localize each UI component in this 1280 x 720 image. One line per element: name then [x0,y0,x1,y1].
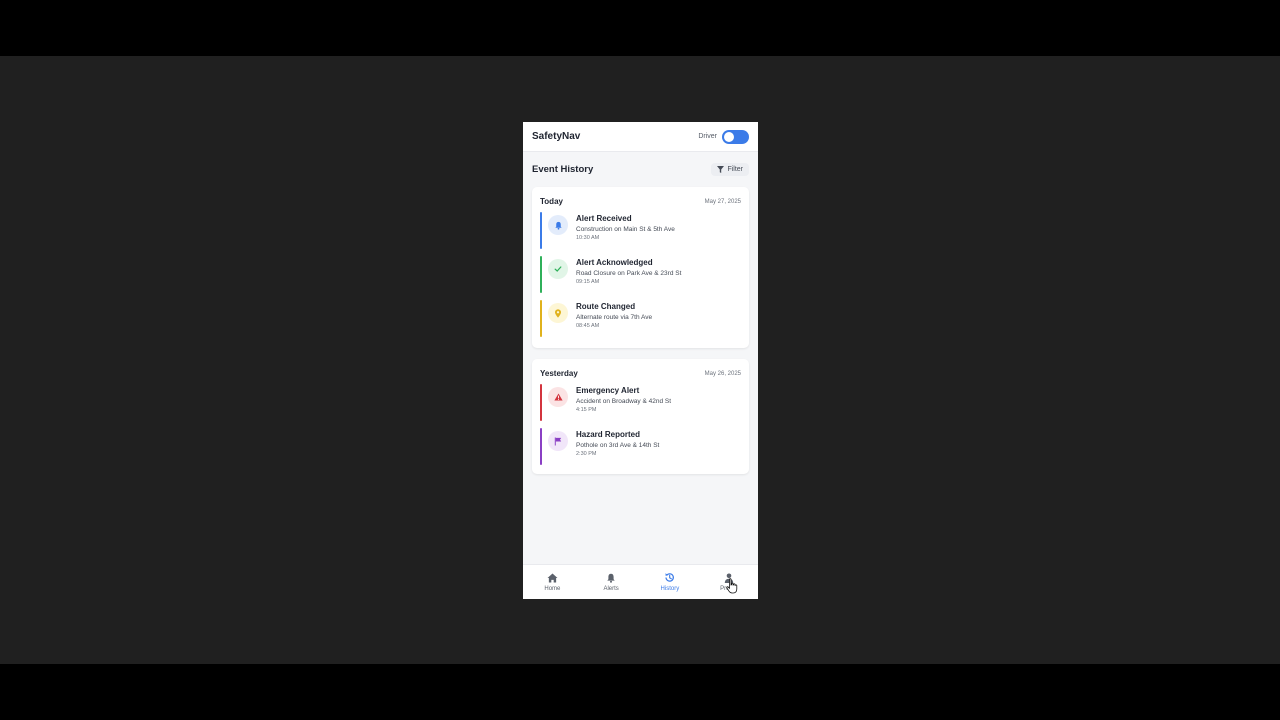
group-date: May 27, 2025 [704,198,741,205]
group-header: Yesterday May 26, 2025 [532,359,749,384]
event-item[interactable]: Hazard Reported Pothole on 3rd Ave & 14t… [540,428,741,465]
event-item[interactable]: Alert Acknowledged Road Closure on Park … [540,256,741,293]
group-day: Yesterday [540,369,578,378]
event-time: 4:15 PM [576,407,597,413]
event-description: Accident on Broadway & 42nd St [576,398,672,405]
event-description: Alternate route via 7th Ave [576,314,653,321]
history-icon [665,573,675,582]
event-title: Alert Acknowledged [576,258,653,267]
phone-frame: SafetyNav Driver Event History Filter To… [523,122,758,599]
bell-icon [548,215,568,235]
mode-switch: Driver [698,129,749,144]
nav-history[interactable]: History [645,572,695,592]
app-header: SafetyNav Driver [523,122,758,152]
check-icon [548,259,568,279]
app-title: SafetyNav [532,131,581,142]
section-header: Event History Filter [532,160,749,178]
nav-alerts[interactable]: Alerts [586,573,636,592]
event-accent-bar [540,256,542,293]
toggle-knob [724,131,734,142]
mode-label: Driver [698,133,717,140]
event-texts: Emergency Alert Accident on Broadway & 4… [576,384,671,413]
event-time: 10:30 AM [576,235,600,241]
nav-label: Home [544,585,561,592]
filter-label: Filter [727,165,743,173]
event-title: Alert Received [576,214,632,223]
event-accent-bar [540,384,542,421]
location-pin-icon [548,303,568,323]
nav-label: History [660,586,680,592]
warning-icon [548,387,568,407]
event-title: Emergency Alert [576,386,640,395]
group-header: Today May 27, 2025 [532,187,749,212]
event-title: Hazard Reported [576,430,641,439]
event-accent-bar [540,300,542,337]
event-time: 2:30 PM [576,451,597,457]
filter-icon [717,165,725,173]
page-title: Event History [532,163,594,175]
hand-cursor-icon [726,578,738,594]
bell-icon [607,573,615,583]
event-description: Construction on Main St & 5th Ave [576,226,675,233]
event-description: Pothole on 3rd Ave & 14th St [576,442,660,449]
nav-home[interactable]: Home [527,572,577,592]
event-texts: Alert Received Construction on Main St &… [576,212,675,241]
event-item[interactable]: Alert Received Construction on Main St &… [540,212,741,249]
filter-button[interactable]: Filter [711,162,749,176]
history-group-yesterday: Yesterday May 26, 2025 Emergency Alert A… [532,359,749,474]
event-title: Route Changed [576,302,636,311]
flag-icon [548,431,568,451]
event-time: 09:15 AM [576,279,600,285]
nav-label: Alerts [603,585,619,592]
event-accent-bar [540,428,542,465]
event-texts: Hazard Reported Pothole on 3rd Ave & 14t… [576,428,659,457]
event-description: Road Closure on Park Ave & 23rd St [576,270,682,277]
event-texts: Alert Acknowledged Road Closure on Park … [576,256,681,285]
home-icon [547,572,558,583]
event-accent-bar [540,212,542,249]
bottom-nav: Home Alerts History Profile [523,564,758,599]
group-day: Today [540,197,563,206]
history-group-today: Today May 27, 2025 Alert Received Constr… [532,187,749,348]
event-item[interactable]: Route Changed Alternate route via 7th Av… [540,300,741,337]
event-texts: Route Changed Alternate route via 7th Av… [576,300,652,329]
event-item[interactable]: Emergency Alert Accident on Broadway & 4… [540,384,741,421]
event-time: 08:45 AM [576,323,600,329]
group-date: May 26, 2025 [704,370,741,377]
driver-mode-toggle[interactable] [722,129,749,144]
